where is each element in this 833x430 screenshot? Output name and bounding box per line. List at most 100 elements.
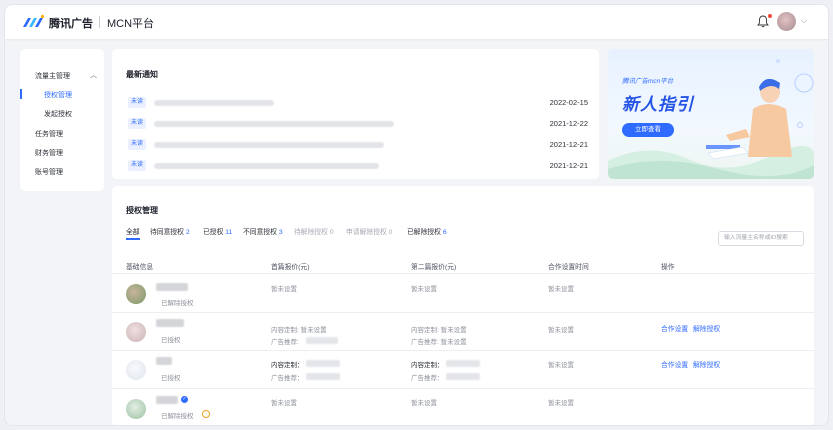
- tab-pending-agree[interactable]: 待同意授权 2: [150, 226, 190, 236]
- tab-label: 已授权: [203, 229, 224, 236]
- revoke-authorization-link[interactable]: 解除授权: [693, 359, 720, 369]
- notice-text-redacted: [154, 121, 394, 127]
- platform-name: MCN平台: [107, 18, 155, 30]
- tab-label: 申请解除授权: [346, 229, 387, 236]
- brand-divider: [99, 16, 100, 28]
- account-name-redacted: [156, 396, 178, 404]
- search-input[interactable]: 输入流量主名称或ID搜索: [718, 231, 804, 246]
- tab-all[interactable]: 全部: [126, 226, 140, 236]
- tab-count: 11: [225, 229, 233, 236]
- tab-label: 已解除授权: [407, 229, 441, 236]
- table-row: 已解除授权 暂未设置 暂未设置 暂未设置: [112, 275, 814, 313]
- notice-date: 2021-12-22: [549, 119, 588, 128]
- table-row: 已授权 内容定制： 广告推荐： 内容定制： 广告推荐： 暂未设置 合作设置 解除…: [112, 351, 814, 389]
- sidebar-item-account[interactable]: 账号管理: [35, 167, 63, 177]
- content-custom-label: 内容定制：: [271, 362, 304, 369]
- clock-icon[interactable]: [202, 410, 210, 418]
- content-custom-label: 内容定制: 暂未设置: [271, 327, 327, 334]
- tab-count: 2: [185, 229, 190, 236]
- content-custom-label: 内容定制：: [411, 362, 444, 369]
- tencent-ads-logo-icon[interactable]: [23, 14, 45, 28]
- content-custom-label: 内容定制: 暂未设置: [411, 327, 467, 334]
- view-now-button[interactable]: 立即查看: [622, 123, 674, 137]
- notice-panel: 最新通知 未读 2022-02-15 未读 2021-12-22 未读 2021…: [112, 49, 599, 179]
- account-name-redacted: [156, 283, 188, 291]
- ad-recommend-value: 暂未设置: [440, 339, 467, 346]
- notice-row[interactable]: 未读 2021-12-21: [128, 160, 588, 172]
- tab-count: 6: [442, 229, 447, 236]
- verified-icon: ✓: [181, 396, 188, 403]
- ad-recommend-value-redacted: [306, 373, 340, 380]
- content-custom-value-redacted: [446, 360, 480, 367]
- sidebar-item-traffic-owner[interactable]: 流量主管理: [35, 71, 70, 81]
- content-custom-value-redacted: [306, 360, 340, 367]
- unread-tag: 未读: [128, 139, 147, 150]
- tab-rejected[interactable]: 不同意授权 3: [243, 226, 283, 236]
- tab-revoked[interactable]: 已解除授权 6: [407, 226, 447, 236]
- content-custom-value: 暂未设置: [300, 327, 327, 334]
- content-custom-text: 内容定制: [411, 327, 437, 334]
- cooperation-setting-link[interactable]: 合作设置: [661, 323, 688, 333]
- avatar: [126, 284, 146, 304]
- coop-time: 暂未设置: [548, 400, 574, 407]
- tab-label: 全部: [126, 229, 140, 236]
- coop-time: 暂未设置: [548, 362, 574, 369]
- sidebar-item-tasks[interactable]: 任务管理: [35, 129, 63, 139]
- column-header: 合作设置时间: [548, 264, 589, 271]
- first-price: 暂未设置: [271, 400, 297, 407]
- ad-recommend-value-redacted: [306, 337, 338, 344]
- tab-count: 0: [329, 229, 334, 236]
- column-header: 首篇报价(元): [271, 264, 310, 271]
- second-price: 暂未设置: [411, 400, 437, 407]
- status-text: 已解除授权: [161, 300, 194, 307]
- sidebar-item-authorization[interactable]: 授权管理: [44, 90, 72, 100]
- second-price: 暂未设置: [411, 286, 437, 293]
- cooperation-setting-link[interactable]: 合作设置: [661, 359, 688, 369]
- notice-date: 2022-02-15: [549, 98, 588, 107]
- ad-recommend-text: 广告推荐: [271, 339, 297, 346]
- ad-recommend-label: 广告推荐：: [411, 375, 444, 382]
- chevron-up-icon[interactable]: ︿: [90, 70, 97, 80]
- newbie-guide-banner[interactable]: 腾讯广告mcn平台 新人指引 立即查看: [608, 49, 814, 179]
- sidebar: 流量主管理 ︿ 授权管理 发起授权 任务管理 财务管理 账号管理: [20, 49, 104, 191]
- ad-recommend-label: 广告推荐: 暂未设置: [411, 339, 467, 346]
- tab-pending-revoke[interactable]: 待解除授权 0: [294, 226, 334, 236]
- column-header: 基础信息: [126, 264, 154, 271]
- tab-count: 3: [278, 229, 283, 236]
- authorization-panel: 授权管理 全部 待同意授权 2 已授权 11 不同意授权 3 待解除授权 0 申…: [112, 186, 814, 425]
- chevron-down-icon[interactable]: ⌵: [801, 16, 807, 26]
- table-header: 基础信息 首篇报价(元) 第二篇报价(元) 合作设置时间 操作: [112, 254, 814, 274]
- notice-text-redacted: [154, 100, 274, 106]
- bell-icon[interactable]: [757, 15, 769, 28]
- tab-active-underline: [126, 238, 140, 240]
- notice-date: 2021-12-21: [549, 161, 588, 170]
- notice-row[interactable]: 未读 2021-12-22: [128, 118, 588, 130]
- account-name-redacted: [156, 357, 172, 365]
- ad-recommend-value-redacted: [446, 373, 480, 380]
- revoke-authorization-link[interactable]: 解除授权: [693, 323, 720, 333]
- avatar: [126, 322, 146, 342]
- tab-authorized[interactable]: 已授权 11: [203, 226, 232, 236]
- brand-name: 腾讯广告: [49, 18, 93, 30]
- tab-label: 待解除授权: [294, 229, 328, 236]
- content-custom-text: 内容定制: [271, 327, 297, 334]
- notification-dot: [768, 14, 772, 18]
- coop-time: 暂未设置: [548, 286, 574, 293]
- notice-row[interactable]: 未读 2022-02-15: [128, 97, 588, 109]
- notice-row[interactable]: 未读 2021-12-21: [128, 139, 588, 151]
- unread-tag: 未读: [128, 97, 147, 108]
- tab-request-revoke[interactable]: 申请解除授权 0: [346, 226, 392, 236]
- content-custom-value: 暂未设置: [440, 327, 467, 334]
- user-avatar[interactable]: [777, 12, 796, 31]
- sidebar-item-finance[interactable]: 财务管理: [35, 148, 63, 158]
- tab-label: 待同意授权: [150, 229, 184, 236]
- sidebar-item-initiate-auth[interactable]: 发起授权: [44, 109, 72, 119]
- notice-title: 最新通知: [126, 70, 158, 79]
- avatar: [126, 360, 146, 380]
- banner-subtitle: 腾讯广告mcn平台: [622, 78, 674, 85]
- column-header: 操作: [661, 264, 675, 271]
- sidebar-active-indicator: [20, 89, 22, 99]
- tab-count: 0: [388, 229, 393, 236]
- ad-recommend-label: 广告推荐:: [271, 339, 299, 346]
- avatar: [126, 399, 146, 419]
